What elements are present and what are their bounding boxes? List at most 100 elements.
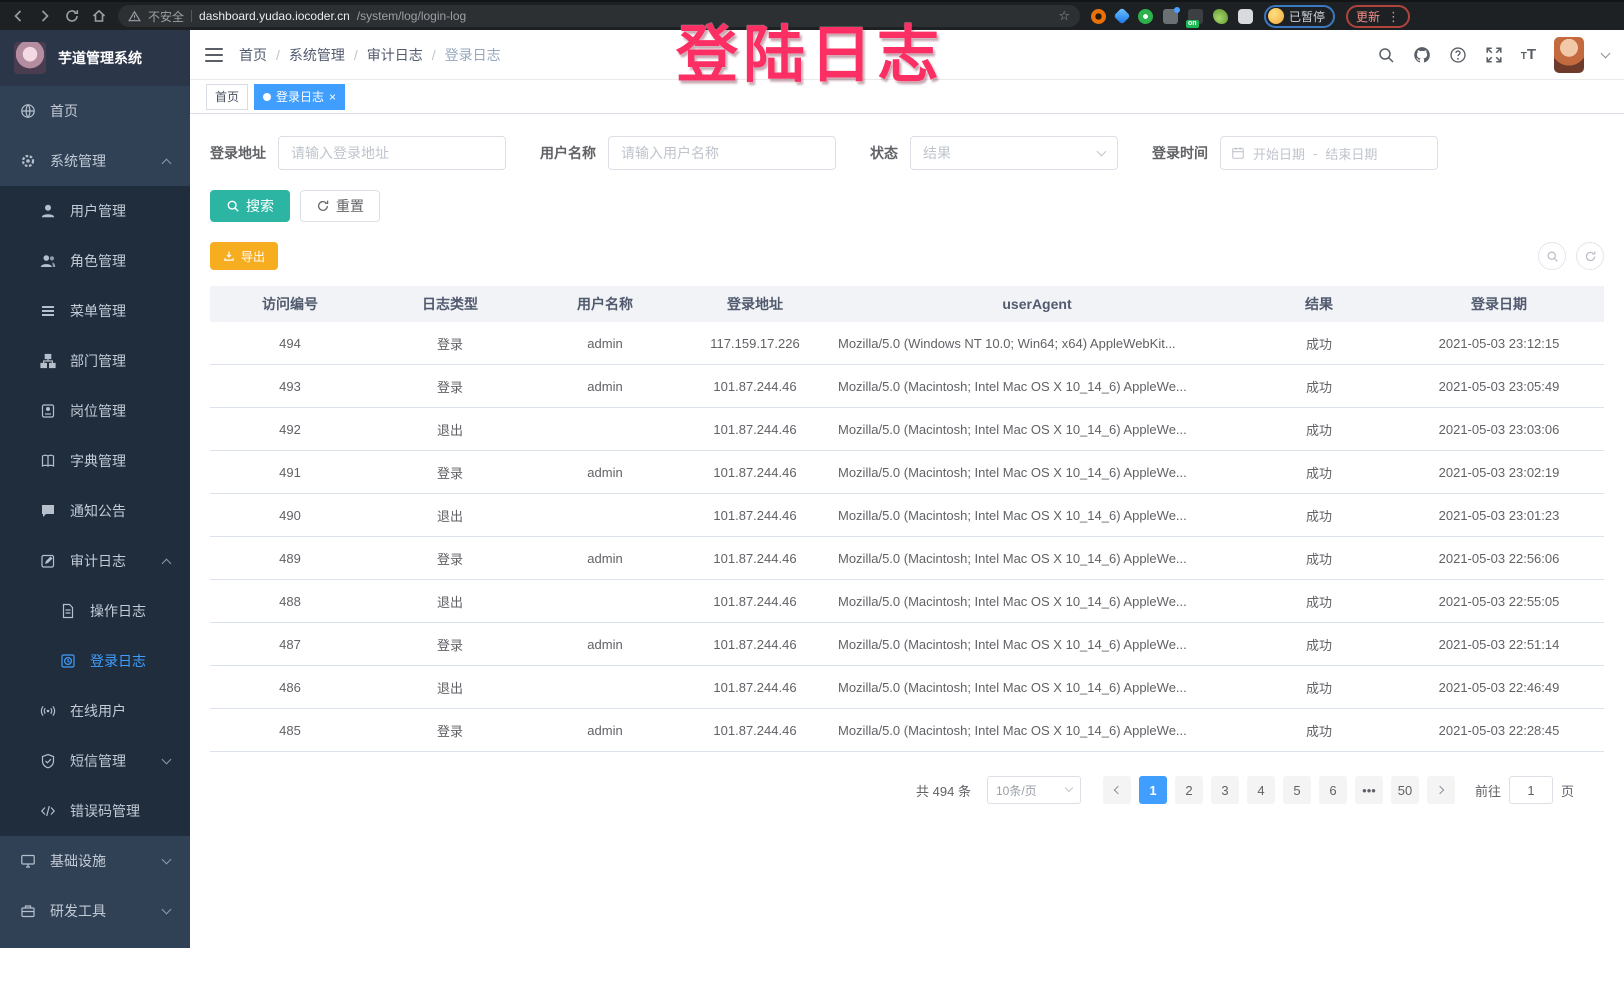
sidebar-item[interactable]: 登录日志 (0, 636, 190, 686)
forward-icon[interactable] (37, 8, 53, 24)
app-logo (14, 42, 46, 74)
home-icon[interactable] (91, 8, 107, 24)
cell-result: 成功 (1244, 506, 1394, 525)
profile-paused-chip[interactable]: 已暂停 (1264, 5, 1335, 28)
chrome-menu-icon[interactable]: ⋮ (1387, 10, 1400, 23)
sidebar-item[interactable]: 菜单管理 (0, 286, 190, 336)
sidebar-item[interactable]: 首页 (0, 86, 190, 136)
next-page-button[interactable] (1427, 776, 1455, 804)
back-icon[interactable] (10, 8, 26, 24)
page-size-select[interactable]: 10条/页 (987, 776, 1081, 804)
date-range-picker[interactable]: 开始日期 - 结束日期 (1220, 136, 1438, 170)
cell-ua: Mozilla/5.0 (Macintosh; Intel Mac OS X 1… (830, 723, 1244, 738)
page-button[interactable]: 2 (1175, 776, 1203, 804)
sidebar-item[interactable]: 审计日志 (0, 536, 190, 586)
status-filter-select[interactable]: 结果 (910, 136, 1118, 170)
table-row[interactable]: 489登录admin101.87.244.46Mozilla/5.0 (Maci… (210, 537, 1604, 580)
cell-ip: 101.87.244.46 (680, 637, 830, 652)
page-button[interactable]: 1 (1139, 776, 1167, 804)
breadcrumb-item[interactable]: 首页 (239, 45, 267, 65)
url-path: /system/log/login-log (357, 9, 466, 23)
breadcrumb-item[interactable]: 审计日志 (367, 45, 423, 65)
security-warning-label[interactable]: 不安全 (148, 8, 184, 25)
refresh-table-button[interactable] (1576, 242, 1604, 270)
page-ellipsis[interactable]: ••• (1355, 776, 1383, 804)
table-row[interactable]: 487登录admin101.87.244.46Mozilla/5.0 (Maci… (210, 623, 1604, 666)
page-button[interactable]: 3 (1211, 776, 1239, 804)
page-button[interactable]: 5 (1283, 776, 1311, 804)
page-button[interactable]: 50 (1391, 776, 1419, 804)
sidebar-item[interactable]: 研发工具 (0, 886, 190, 936)
search-icon[interactable] (1377, 46, 1395, 64)
user-avatar[interactable] (1554, 37, 1584, 73)
extension-grid-icon[interactable] (1163, 9, 1178, 24)
sidebar-item-label: 首页 (50, 101, 78, 121)
sidebar-logo-row[interactable]: 芋道管理系统 (0, 30, 190, 86)
fullscreen-icon[interactable] (1485, 46, 1503, 64)
table-row[interactable]: 486退出101.87.244.46Mozilla/5.0 (Macintosh… (210, 666, 1604, 709)
cell-date: 2021-05-03 22:55:05 (1394, 594, 1604, 609)
sidebar-item[interactable]: 通知公告 (0, 486, 190, 536)
page-button[interactable]: 4 (1247, 776, 1275, 804)
table-row[interactable]: 490退出101.87.244.46Mozilla/5.0 (Macintosh… (210, 494, 1604, 537)
sidebar-item-label: 系统管理 (50, 151, 106, 171)
sidebar-item-label: 菜单管理 (70, 301, 126, 321)
extension-gem-icon[interactable] (1114, 8, 1131, 25)
pagination: 共 494 条 10条/页 123456•••50 前往 页 (210, 776, 1604, 804)
table-row[interactable]: 485登录admin101.87.244.46Mozilla/5.0 (Maci… (210, 709, 1604, 752)
url-domain: dashboard.yudao.iocoder.cn (199, 9, 350, 23)
address-filter-input[interactable] (278, 136, 506, 170)
sidebar-item[interactable]: 操作日志 (0, 586, 190, 636)
sidebar-item[interactable]: 基础设施 (0, 836, 190, 886)
chrome-update-button[interactable]: 更新 ⋮ (1346, 5, 1410, 28)
tab-home[interactable]: 首页 (206, 84, 248, 110)
chevron-down-icon (162, 854, 172, 864)
toggle-search-button[interactable] (1538, 242, 1566, 270)
cell-id: 492 (210, 422, 370, 437)
table-row[interactable]: 493登录admin101.87.244.46Mozilla/5.0 (Maci… (210, 365, 1604, 408)
table-row[interactable]: 488退出101.87.244.46Mozilla/5.0 (Macintosh… (210, 580, 1604, 623)
cell-id: 493 (210, 379, 370, 394)
extension-orange-icon[interactable] (1091, 9, 1106, 24)
extension-green-circle-icon[interactable] (1138, 9, 1153, 24)
username-filter-input[interactable] (608, 136, 836, 170)
sidebar-item[interactable]: 字典管理 (0, 436, 190, 486)
cell-ip: 101.87.244.46 (680, 594, 830, 609)
search-button[interactable]: 搜索 (210, 190, 290, 222)
goto-page-input[interactable] (1509, 776, 1553, 804)
page-button[interactable]: 6 (1319, 776, 1347, 804)
status-filter-label: 状态 (870, 143, 898, 163)
close-tab-icon[interactable]: × (329, 91, 336, 103)
tab-login-log[interactable]: 登录日志 × (254, 84, 345, 110)
breadcrumb-item[interactable]: 系统管理 (289, 45, 345, 65)
extensions-area: on (1091, 9, 1253, 24)
table-row[interactable]: 494登录admin117.159.17.226Mozilla/5.0 (Win… (210, 322, 1604, 365)
help-icon[interactable] (1449, 46, 1467, 64)
sidebar-item[interactable]: 系统管理 (0, 136, 190, 186)
sidebar-item[interactable]: 角色管理 (0, 236, 190, 286)
puzzle-extensions-icon[interactable] (1238, 9, 1253, 24)
sidebar-item[interactable]: 错误码管理 (0, 786, 190, 836)
bookmark-star-icon[interactable]: ☆ (1058, 8, 1070, 24)
extension-list-icon[interactable]: on (1188, 9, 1203, 24)
export-button[interactable]: 导出 (210, 242, 278, 270)
chevron-down-icon (162, 904, 172, 914)
update-label: 更新 (1356, 8, 1380, 25)
sidebar-item[interactable]: 在线用户 (0, 686, 190, 736)
extension-leaf-icon[interactable] (1213, 9, 1228, 24)
reload-icon[interactable] (64, 8, 80, 24)
reset-button[interactable]: 重置 (300, 190, 380, 222)
sidebar-item[interactable]: 岗位管理 (0, 386, 190, 436)
font-size-icon[interactable]: TT (1521, 46, 1536, 63)
sidebar-item[interactable]: 部门管理 (0, 336, 190, 386)
sidebar-item[interactable]: 用户管理 (0, 186, 190, 236)
avatar-caret-icon[interactable] (1601, 48, 1611, 58)
sidebar-item[interactable]: 短信管理 (0, 736, 190, 786)
cell-user: admin (530, 637, 680, 652)
table-row[interactable]: 492退出101.87.244.46Mozilla/5.0 (Macintosh… (210, 408, 1604, 451)
cell-ua: Mozilla/5.0 (Macintosh; Intel Mac OS X 1… (830, 379, 1244, 394)
github-icon[interactable] (1413, 46, 1431, 64)
prev-page-button[interactable] (1103, 776, 1131, 804)
table-row[interactable]: 491登录admin101.87.244.46Mozilla/5.0 (Maci… (210, 451, 1604, 494)
hamburger-icon[interactable] (205, 48, 223, 62)
